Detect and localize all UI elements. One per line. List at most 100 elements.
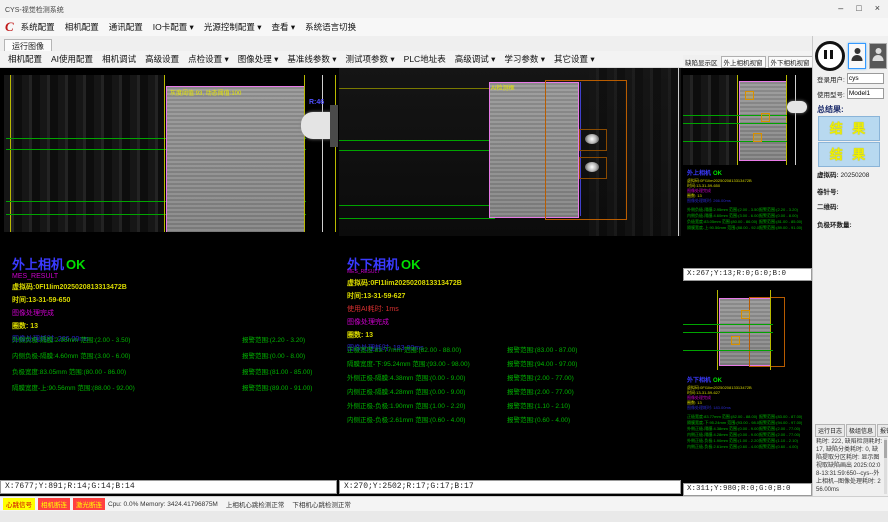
user-login-icon[interactable] [848,43,866,69]
menubar: C 系统配置 相机配置 通讯配置 IO卡配置 ▾ 光源控制配置 ▾ 查看 ▾ 系… [0,18,888,36]
maximize-icon[interactable]: □ [856,3,861,14]
alarm-range-text: 报警范围:(0.60 - 4.00) [759,444,798,450]
total-result-label: 总结果: [817,104,844,115]
thumbnail-coordinates: X:267;Y:13;R:0;G:0;B:0 [683,268,812,281]
baseline [339,218,495,219]
lower-camera-image[interactable]: AI检测框 [339,68,681,236]
log-tab-run[interactable]: 运行日志 [815,424,845,437]
heartbeat-badge: 心跳信号 [3,498,35,510]
winding-pin-field: 卷针号: [817,186,839,196]
upper-camera-image[interactable]: 灰度阈值:93, 动态阈值:100 R:46 [4,75,338,232]
edge-line [770,290,771,370]
camera-disconnect-badge: 相机断连 [38,498,70,510]
process-done-text: 图像处理完成 [347,317,667,327]
measurement-text: 内侧正极-负极:2.61mm 范围:(0.60 - 4.00) [347,414,507,428]
defect-box [761,113,770,122]
edge-line [795,75,796,165]
camera-name: 外上相机 [687,171,711,177]
login-user-input[interactable] [847,73,884,84]
upper-camera-thumbnail[interactable]: 外上相机OK 虚拟码:0FI1Iim2025020813313472B 时间:1… [683,75,812,281]
measurement-row: 外侧负极-隔膜:2.95mm 范围:(2.00 - 3.50)报警范围:(2.2… [12,334,312,350]
model-input[interactable] [847,88,884,99]
edge-line [339,88,489,89]
sidebar-buttons: → [815,41,888,71]
menu-item-camera-config[interactable]: 相机配置 [65,21,99,33]
toolbar-camera-debug[interactable]: 相机调试 [102,53,136,65]
edge-line [786,75,787,165]
titlebar: CYS-视觉检测系统 – □ × [0,0,888,19]
status-badge: OK [713,171,722,177]
camera-name: 外下相机 [687,378,711,384]
model-row: 使用型号: [817,88,884,99]
toolbar-advanced-debug[interactable]: 高级调试 ▾ [455,53,496,65]
alarm-range-text: 报警范围:(2.00 - 77.00) [507,386,574,400]
log-tab-group-info[interactable]: 极组信息 [846,424,876,437]
defect-box [753,133,762,142]
lower-camera-coordinates: X:270;Y:2502;R:17;G:17;B:17 [339,480,681,494]
thumb-tab-upper-camera[interactable]: 外上相机视窗 [721,56,766,68]
toolbar-advanced-settings[interactable]: 高级设置 [145,53,179,65]
main-view: 灰度阈值:93, 动态阈值:100 R:46 外上相机OK MES_RESULT… [0,68,812,496]
measurement-text: 负极宽度:83.05mm 范围:(80.00 - 86.00) [12,366,242,382]
menu-item-io-config[interactable]: IO卡配置 ▾ [153,21,194,33]
measurement-text: 内侧正极-隔膜:4.28mm 范围:(0.00 - 9.00) [347,386,507,400]
toolbar-other-settings[interactable]: 其它设置 ▾ [554,53,595,65]
field-value: 20250208 [840,172,869,179]
toolbar-plc-address[interactable]: PLC地址表 [404,53,446,65]
alarm-range-text: 报警范围:(2.20 - 3.20) [242,334,305,350]
sidebar: → 登录用户: 使用型号: 总结果: 结 果 结 果 虚拟码: 20250208… [812,36,888,496]
defect-display-header: 缺陷显示区 外上相机视窗 外下相机视窗 [683,55,812,69]
measurement-text: 外侧正极-隔膜:4.38mm 范围:(0.00 - 9.00) [347,372,507,386]
ai-time-text: 使用AI耗时: 1ms [347,304,667,314]
laser-disconnect-badge: 激光断连 [73,498,105,510]
status-badge: OK [401,257,421,272]
toolbar-learning-params[interactable]: 学习参数 ▾ [504,53,545,65]
log-tab-errors[interactable]: 报错信息 [877,424,888,437]
weld-spot [585,134,599,144]
thumbnail-result-text: 外上相机OK 虚拟码:0FI1Iim2025020813313472B 时间:1… [687,171,809,231]
menu-item-system-config[interactable]: 系统配置 [21,21,55,33]
measurement-row: 内侧正极-隔膜:4.28mm 范围:(0.00 - 9.00)报警范围:(2.0… [347,386,577,400]
tape-nozzle [787,101,807,113]
toolbar-spotcheck-settings[interactable]: 点检设置 ▾ [188,53,229,65]
edge-line [737,75,738,165]
measurement-row: 正极宽度:83.77mm 范围:(82.00 - 88.00)报警范围:(83.… [347,344,577,358]
measurement-text: 内侧正极-负极:2.61mm 范围:(0.60 - 4.00) [687,444,759,450]
result-box-2: 结 果 [818,142,880,167]
app-logo-icon: C [5,19,14,35]
toolbar-ai-config[interactable]: AI使用配置 [51,53,93,65]
lower-heartbeat-text: 下相机心跳检测正常 [292,499,351,509]
thumbnail-result-text: 外下相机OK 虚拟码:0FI1Iim2025020813313472B 时间:1… [687,378,809,450]
nozzle-arm [330,105,338,147]
baseline [683,332,773,333]
barcode-text: 虚拟码:0FI1Iim2025020813313472B [347,278,667,288]
minimize-icon[interactable]: – [838,3,843,14]
toolbar-image-processing[interactable]: 图像处理 ▾ [238,53,279,65]
toolbar-camera-config[interactable]: 相机配置 [8,53,42,65]
result-box-1: 结 果 [818,116,880,141]
operator-icon[interactable] [869,43,887,69]
upper-camera-panel: 灰度阈值:93, 动态阈值:100 R:46 外上相机OK MES_RESULT… [4,68,338,496]
menu-item-language[interactable]: 系统语言切换 [305,21,356,33]
measurement-text: 隔膜宽度-上:90.56mm 范围:(88.00 - 92.00) [12,382,242,398]
toolbar-test-params[interactable]: 测试项参数 ▾ [346,53,395,65]
close-icon[interactable]: × [875,3,880,14]
log-scrollbar[interactable] [884,438,887,494]
thumb-tab-lower-camera[interactable]: 外下相机视窗 [768,56,813,68]
pause-icon[interactable] [815,41,845,71]
menu-item-light-config[interactable]: 光源控制配置 ▾ [204,21,262,33]
edge-line [10,75,11,232]
lower-camera-thumbnail[interactable]: 外下相机OK 虚拟码:0FI1Iim2025020813313472B 时间:1… [683,290,812,496]
threshold-overlay: 灰度阈值:93, 动态阈值:100 [170,88,241,97]
alarm-range-text: 报警范围:(1.10 - 2.10) [507,400,570,414]
edge-line [678,68,679,236]
log-text: 耗时: 222, 缺陷检测耗时: 17, 缺陷分类耗时: 0, 缺陷提取分区耗时… [816,438,883,494]
measurement-text: 正极宽度:83.77mm 范围:(82.00 - 88.00) [347,344,507,358]
menu-item-comm-config[interactable]: 通讯配置 [109,21,143,33]
login-user-label: 登录用户: [817,74,845,84]
menu-item-view[interactable]: 查看 ▾ [271,21,295,33]
toolbar-baseline-params[interactable]: 基准线参数 ▾ [287,53,336,65]
turns-text: 圈数: 13 [347,330,667,340]
process-done-text: 图像处理完成 [12,308,332,318]
edge-line [304,75,305,232]
